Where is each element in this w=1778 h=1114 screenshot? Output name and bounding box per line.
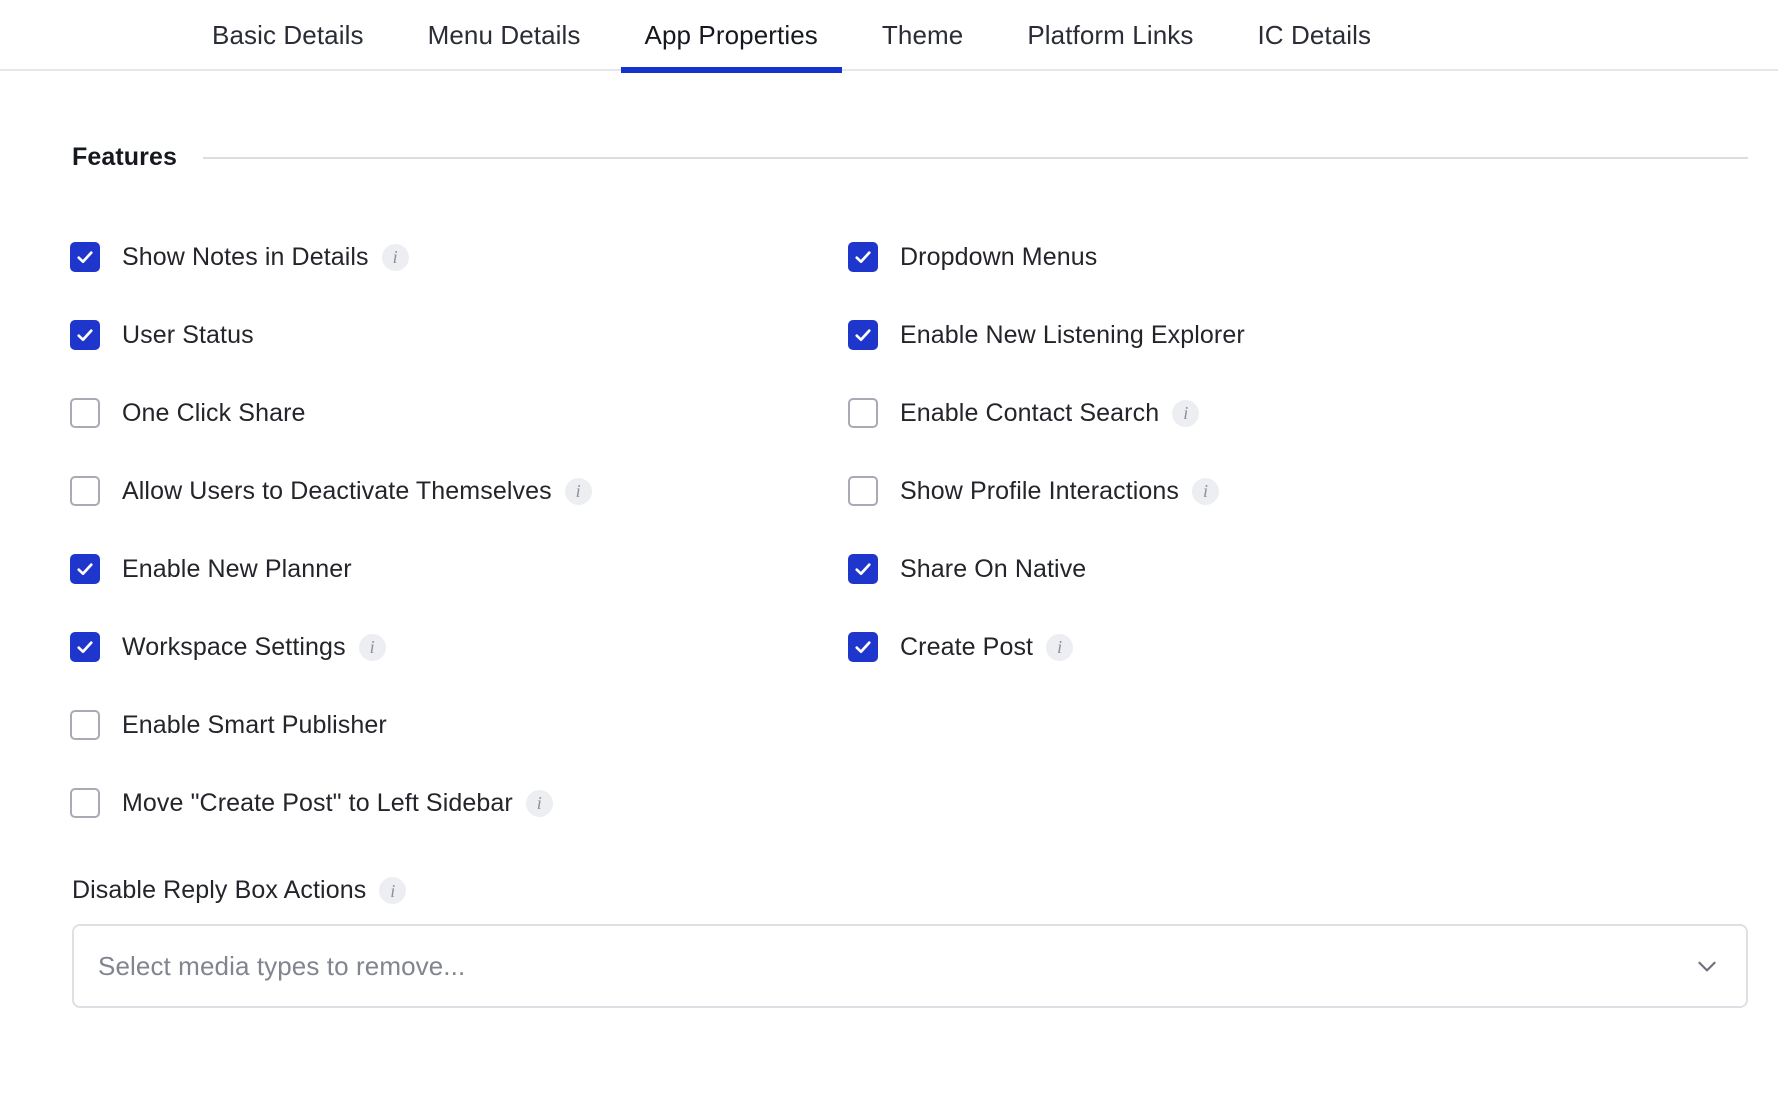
feature-label: Allow Users to Deactivate Themselves [122, 476, 552, 505]
feature-cell: Enable Contact Search i [848, 374, 1748, 452]
feature-toggle-create-post[interactable]: Create Post i [848, 632, 1074, 662]
checkbox-enable-new-planner[interactable] [70, 554, 100, 584]
media-types-select-placeholder: Select media types to remove... [98, 950, 466, 981]
check-icon [77, 563, 93, 576]
checkbox-user-status[interactable] [70, 320, 100, 350]
feature-cell: Move "Create Post" to Left Sidebar i [70, 764, 848, 842]
tab-label: IC Details [1257, 20, 1372, 50]
tab-platform-links[interactable]: Platform Links [995, 0, 1225, 71]
tab-basic-details[interactable]: Basic Details [180, 0, 396, 71]
chevron-down-icon[interactable] [1694, 953, 1720, 979]
info-icon[interactable]: i [358, 633, 386, 661]
checkbox-create-post[interactable] [848, 632, 878, 662]
features-section-header: Features [0, 143, 1778, 172]
feature-toggle-allow-users-to-deactivate-themselves[interactable]: Allow Users to Deactivate Themselves i [70, 476, 592, 506]
feature-toggle-show-notes-in-details[interactable]: Show Notes in Details i [70, 242, 409, 272]
checkbox-workspace-settings[interactable] [70, 632, 100, 662]
tab-theme[interactable]: Theme [850, 0, 995, 71]
tab-label: Basic Details [212, 20, 364, 50]
features-grid: Show Notes in Details i Dropdown Menus User… [0, 218, 1778, 842]
feature-toggle-enable-new-planner[interactable]: Enable New Planner [70, 554, 352, 584]
checkbox-show-notes-in-details[interactable] [70, 242, 100, 272]
info-icon[interactable]: i [564, 477, 592, 505]
checkbox-show-profile-interactions[interactable] [848, 476, 878, 506]
tab-menu-details[interactable]: Menu Details [396, 0, 613, 71]
feature-toggle-move-create-post-to-left-sidebar[interactable]: Move "Create Post" to Left Sidebar i [70, 788, 553, 818]
feature-toggle-share-on-native[interactable]: Share On Native [848, 554, 1086, 584]
feature-cell: User Status [70, 296, 848, 374]
tab-label: App Properties [644, 20, 818, 50]
tab-label: Menu Details [427, 20, 581, 50]
feature-label: Dropdown Menus [900, 242, 1098, 271]
feature-toggle-dropdown-menus[interactable]: Dropdown Menus [848, 242, 1097, 272]
feature-label: Show Notes in Details [122, 242, 369, 271]
info-icon[interactable]: i [1046, 633, 1074, 661]
feature-label: Enable New Planner [122, 554, 352, 583]
tab-ic-details[interactable]: IC Details [1225, 0, 1403, 71]
feature-cell: Enable New Listening Explorer [848, 296, 1748, 374]
feature-cell: Workspace Settings i [70, 608, 848, 686]
info-icon[interactable]: i [525, 789, 553, 817]
feature-toggle-workspace-settings[interactable]: Workspace Settings i [70, 632, 386, 662]
feature-label: User Status [122, 320, 254, 349]
feature-label: Enable New Listening Explorer [900, 320, 1245, 349]
feature-label: Create Post [900, 632, 1034, 661]
checkbox-one-click-share[interactable] [70, 398, 100, 428]
section-title: Features [72, 143, 178, 171]
tab-bar: Basic Details Menu Details App Properties T… [0, 0, 1778, 73]
field-label-row: Disable Reply Box Actions i [72, 876, 1748, 905]
checkbox-enable-contact-search[interactable] [848, 398, 878, 428]
check-icon [77, 641, 93, 654]
feature-label: One Click Share [122, 398, 306, 427]
feature-label: Show Profile Interactions [900, 476, 1180, 505]
checkbox-enable-smart-publisher[interactable] [70, 710, 100, 740]
checkbox-dropdown-menus[interactable] [848, 242, 878, 272]
info-icon[interactable]: i [381, 243, 409, 271]
feature-toggle-enable-smart-publisher[interactable]: Enable Smart Publisher [70, 710, 387, 740]
feature-toggle-enable-contact-search[interactable]: Enable Contact Search i [848, 398, 1200, 428]
feature-cell: Show Notes in Details i [70, 218, 848, 296]
feature-label: Move "Create Post" to Left Sidebar [122, 788, 513, 817]
check-icon [855, 251, 871, 264]
feature-label: Enable Contact Search [900, 398, 1160, 427]
checkbox-enable-new-listening-explorer[interactable] [848, 320, 878, 350]
info-icon[interactable]: i [1192, 477, 1220, 505]
feature-cell-empty [848, 764, 1748, 842]
disable-reply-box-actions-field: Disable Reply Box Actions i Select media… [0, 876, 1778, 1008]
feature-toggle-one-click-share[interactable]: One Click Share [70, 398, 306, 428]
check-icon [855, 641, 871, 654]
feature-cell: Dropdown Menus [848, 218, 1748, 296]
check-icon [77, 251, 93, 264]
section-divider [203, 156, 1748, 159]
checkbox-allow-users-to-deactivate-themselves[interactable] [70, 476, 100, 506]
tab-app-properties[interactable]: App Properties [613, 0, 850, 73]
info-icon[interactable]: i [1172, 399, 1200, 427]
check-icon [855, 329, 871, 342]
feature-cell: One Click Share [70, 374, 848, 452]
feature-cell: Enable New Planner [70, 530, 848, 608]
feature-cell: Show Profile Interactions i [848, 452, 1748, 530]
feature-label: Enable Smart Publisher [122, 710, 387, 739]
feature-cell: Share On Native [848, 530, 1748, 608]
disable-reply-box-actions-label: Disable Reply Box Actions [72, 876, 367, 904]
feature-toggle-show-profile-interactions[interactable]: Show Profile Interactions i [848, 476, 1220, 506]
check-icon [855, 563, 871, 576]
feature-cell: Enable Smart Publisher [70, 686, 848, 764]
checkbox-share-on-native[interactable] [848, 554, 878, 584]
info-icon[interactable]: i [379, 877, 407, 904]
feature-toggle-enable-new-listening-explorer[interactable]: Enable New Listening Explorer [848, 320, 1245, 350]
feature-label: Share On Native [900, 554, 1087, 583]
check-icon [77, 329, 93, 342]
feature-cell: Create Post i [848, 608, 1748, 686]
feature-cell-empty [848, 686, 1748, 764]
tab-label: Platform Links [1027, 20, 1194, 50]
checkbox-move-create-post-to-left-sidebar[interactable] [70, 788, 100, 818]
feature-label: Workspace Settings [122, 632, 346, 661]
feature-cell: Allow Users to Deactivate Themselves i [70, 452, 848, 530]
media-types-select[interactable]: Select media types to remove... [72, 924, 1748, 1008]
tab-label: Theme [881, 20, 964, 50]
feature-toggle-user-status[interactable]: User Status [70, 320, 254, 350]
